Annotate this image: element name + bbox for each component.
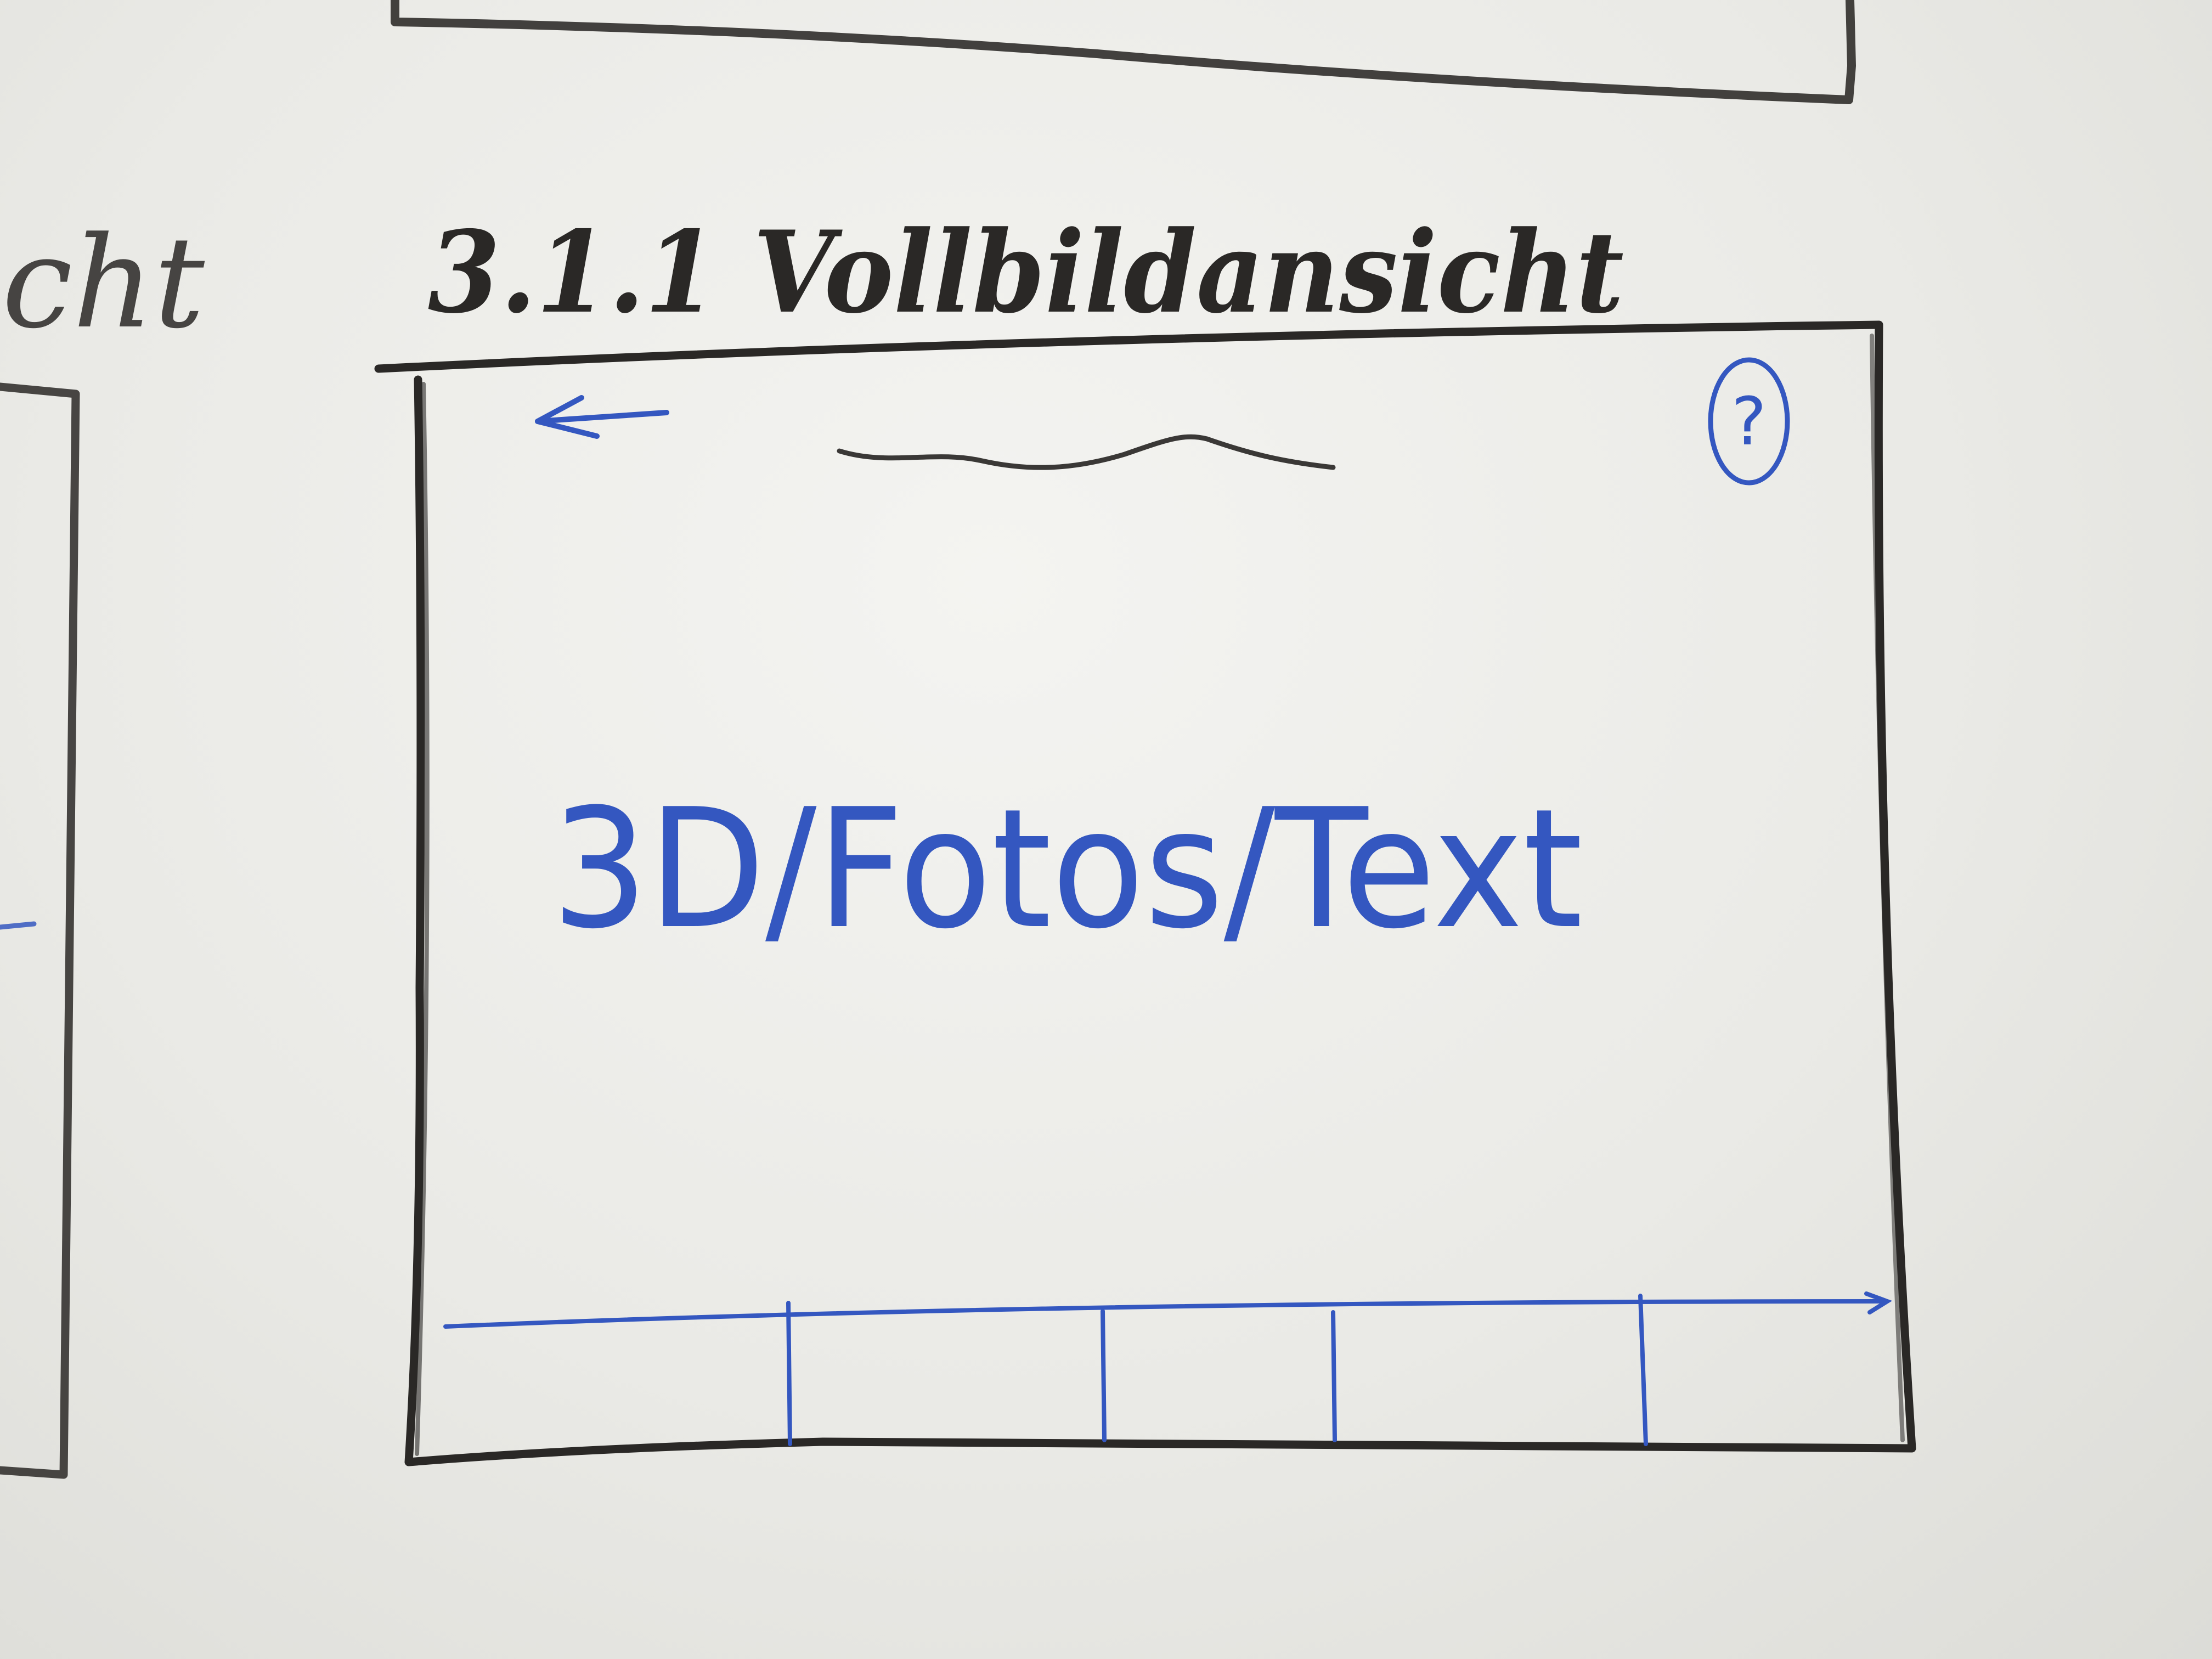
left-arrow-icon[interactable] [535, 395, 669, 439]
bottom-tab-5[interactable] [1648, 1305, 1867, 1442]
whiteboard-scene: icht 3.1.1 Vollbildansicht ? 3D/Fotos/Te… [0, 0, 1916, 1479]
bottom-tab-1[interactable] [447, 1322, 787, 1440]
bottom-tab-4[interactable] [1336, 1308, 1638, 1440]
neighbour-frame-partial [0, 382, 80, 1479]
help-icon-label: ? [1731, 384, 1767, 460]
bottom-tab-3[interactable] [1106, 1316, 1331, 1439]
section-heading: 3.1.1 Vollbildansicht [428, 207, 1624, 338]
bottom-tab-2[interactable] [791, 1317, 1101, 1440]
title-placeholder-wavy-line [837, 434, 1336, 470]
bottom-bar-divider [1638, 1294, 1648, 1446]
bottom-bar-divider [1331, 1310, 1337, 1442]
content-label: 3D/Fotos/Text [551, 774, 1583, 965]
partial-left-heading: icht [0, 210, 205, 357]
bottom-bar-tab-targets [447, 1305, 1867, 1442]
help-button[interactable]: ? [1708, 357, 1790, 486]
bottom-bar-divider [786, 1301, 792, 1446]
previous-frame-partial [391, 0, 1856, 104]
bottom-bar-divider [1101, 1309, 1107, 1442]
